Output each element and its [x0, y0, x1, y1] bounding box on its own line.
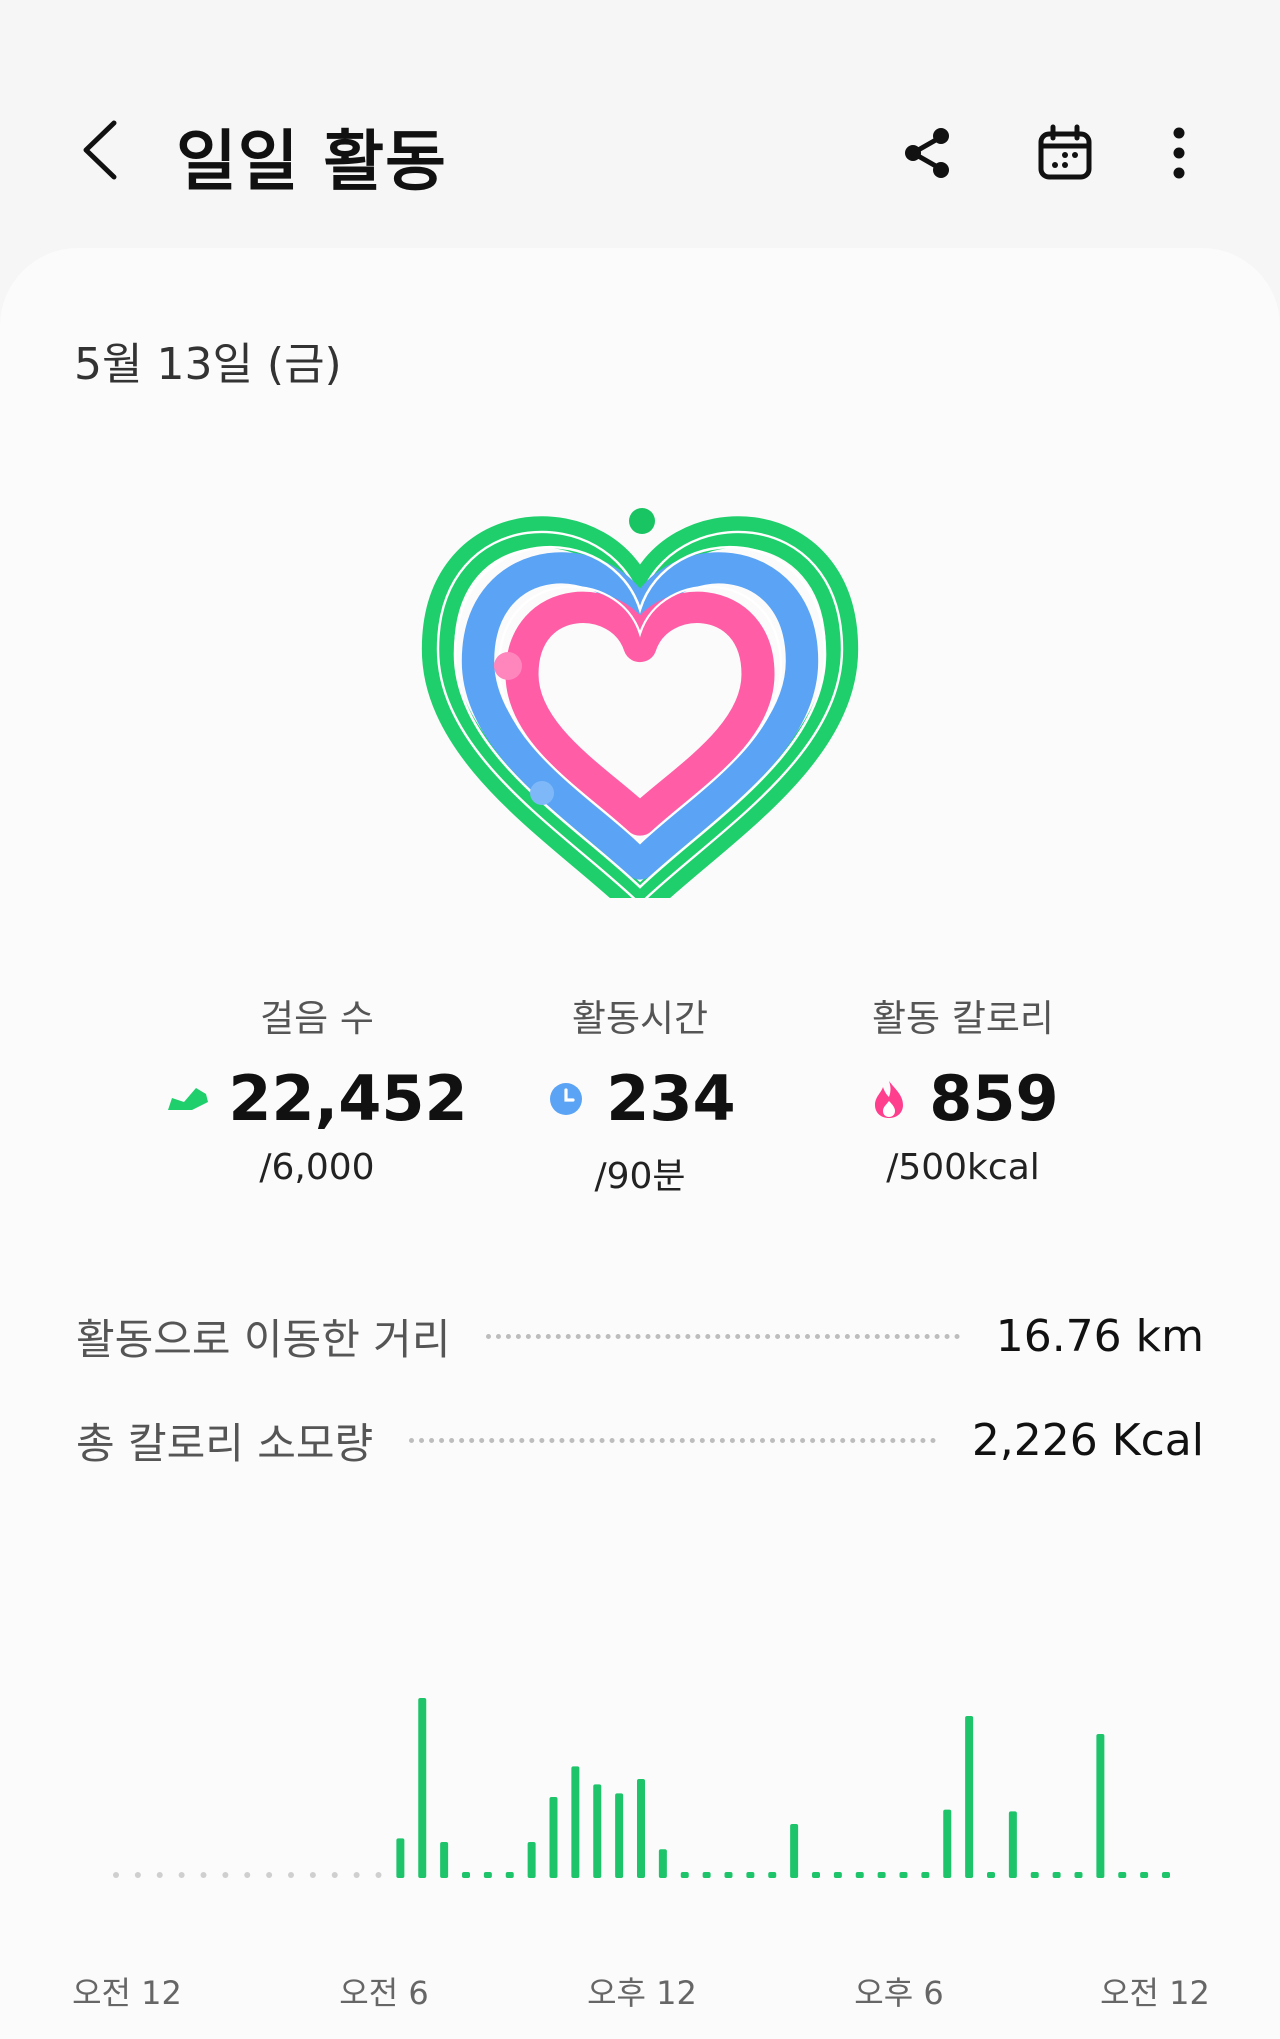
activity-bar: [965, 1716, 974, 1878]
activity-bar: [1140, 1872, 1149, 1878]
calendar-button[interactable]: [1030, 118, 1100, 188]
activity-bar: [1118, 1872, 1127, 1878]
empty-slot-dot: [288, 1872, 294, 1878]
empty-slot-dot: [113, 1872, 119, 1878]
activity-bar: [833, 1872, 842, 1878]
activity-bar: [855, 1872, 864, 1878]
empty-slot-dot: [353, 1872, 360, 1878]
x-axis-label: 오전 12: [72, 1974, 182, 2012]
activity-bar: [1030, 1872, 1039, 1878]
x-axis-label: 오후 12: [587, 1974, 697, 2012]
distance-value: 16.76 km: [995, 1310, 1204, 1362]
share-button[interactable]: [892, 118, 962, 188]
activity-bar: [790, 1824, 799, 1878]
shoe-icon: [166, 1077, 210, 1121]
activity-bar: [593, 1784, 602, 1878]
calories-value: 859: [929, 1062, 1059, 1135]
back-button[interactable]: [70, 115, 130, 185]
x-axis-label: 오전 12: [1100, 1974, 1210, 2012]
stat-steps[interactable]: 걸음 수 22,452 /6,000: [152, 988, 482, 1188]
activity-bar: [1052, 1872, 1061, 1878]
stat-active-time[interactable]: 활동시간 234 /90분: [475, 988, 805, 1199]
stat-label: 걸음 수: [260, 997, 374, 1040]
activity-bar: [571, 1766, 580, 1878]
calendar-icon: [1038, 124, 1092, 180]
activity-bar: [877, 1872, 886, 1878]
activity-bar: [418, 1698, 427, 1878]
empty-slot-dot: [178, 1872, 185, 1878]
stat-label: 활동시간: [571, 997, 709, 1040]
activity-bar: [658, 1849, 667, 1878]
activity-bar: [637, 1779, 645, 1878]
steps-value: 22,452: [228, 1062, 468, 1135]
activity-bar: [483, 1872, 492, 1878]
distance-row: 활동으로 이동한 거리 16.76 km: [76, 1306, 1204, 1366]
calories-goal: /500kcal: [886, 1147, 1040, 1188]
activity-bar: [943, 1809, 952, 1878]
activity-bar: [987, 1872, 995, 1878]
activity-card: 5월 13일 (금) 걸음 수 22,452 /6,000 활동시간 234 /…: [0, 248, 1280, 2039]
activity-bar: [680, 1872, 689, 1878]
app-header: 일일 활동: [0, 0, 1280, 250]
activity-rings-heart: [410, 478, 870, 898]
empty-slot-dot: [375, 1872, 382, 1878]
activity-bar: [1096, 1734, 1105, 1878]
stat-label: 활동 칼로리: [872, 997, 1054, 1040]
activity-bar: [921, 1872, 930, 1878]
empty-slot-dot: [200, 1872, 207, 1878]
activity-bar: [615, 1793, 624, 1878]
share-icon: [905, 128, 949, 178]
distance-label: 활동으로 이동한 거리: [76, 1314, 451, 1364]
active-time-goal: /90분: [594, 1156, 686, 1197]
back-icon: [83, 120, 117, 180]
activity-bar: [396, 1838, 405, 1878]
more-icon: [1173, 127, 1185, 179]
activity-bar: [549, 1797, 558, 1878]
activity-bar: [899, 1872, 908, 1878]
stat-active-calories[interactable]: 활동 칼로리 859 /500kcal: [798, 988, 1128, 1188]
empty-slot-dot: [266, 1872, 273, 1878]
page-title: 일일 활동: [176, 123, 447, 200]
total-calories-value: 2,226 Kcal: [971, 1414, 1204, 1466]
activity-bar: [440, 1842, 449, 1878]
empty-slot-dot: [309, 1872, 316, 1878]
empty-slot-dot: [134, 1872, 141, 1878]
activity-bar: [505, 1872, 514, 1878]
total-calories-label: 총 칼로리 소모량: [76, 1418, 374, 1468]
hourly-steps-chart: [0, 1668, 1280, 1968]
activity-bar: [812, 1872, 820, 1878]
empty-slot-dot: [222, 1872, 229, 1878]
activity-bar: [1162, 1872, 1170, 1878]
activity-bar: [1074, 1872, 1083, 1878]
activity-bar: [768, 1872, 777, 1878]
steps-goal: /6,000: [259, 1147, 375, 1188]
x-axis-label: 오후 6: [854, 1974, 944, 2012]
activity-bar: [702, 1872, 711, 1878]
activity-bar: [462, 1872, 470, 1878]
flame-icon: [867, 1077, 911, 1121]
active-time-value: 234: [606, 1062, 736, 1135]
dotted-leader: [486, 1333, 960, 1339]
clock-icon: [544, 1077, 588, 1121]
x-axis-label: 오전 6: [339, 1974, 429, 2012]
empty-slot-dot: [244, 1872, 251, 1878]
activity-bar: [527, 1842, 536, 1878]
empty-slot-dot: [331, 1872, 338, 1878]
dotted-leader: [409, 1437, 936, 1443]
date-label: 5월 13일 (금): [74, 339, 342, 390]
more-options-button[interactable]: [1144, 118, 1214, 188]
empty-slot-dot: [156, 1872, 163, 1878]
total-calories-row: 총 칼로리 소모량 2,226 Kcal: [76, 1410, 1204, 1470]
activity-bar: [1008, 1811, 1017, 1878]
activity-bar: [724, 1872, 733, 1878]
activity-bar: [746, 1872, 755, 1878]
